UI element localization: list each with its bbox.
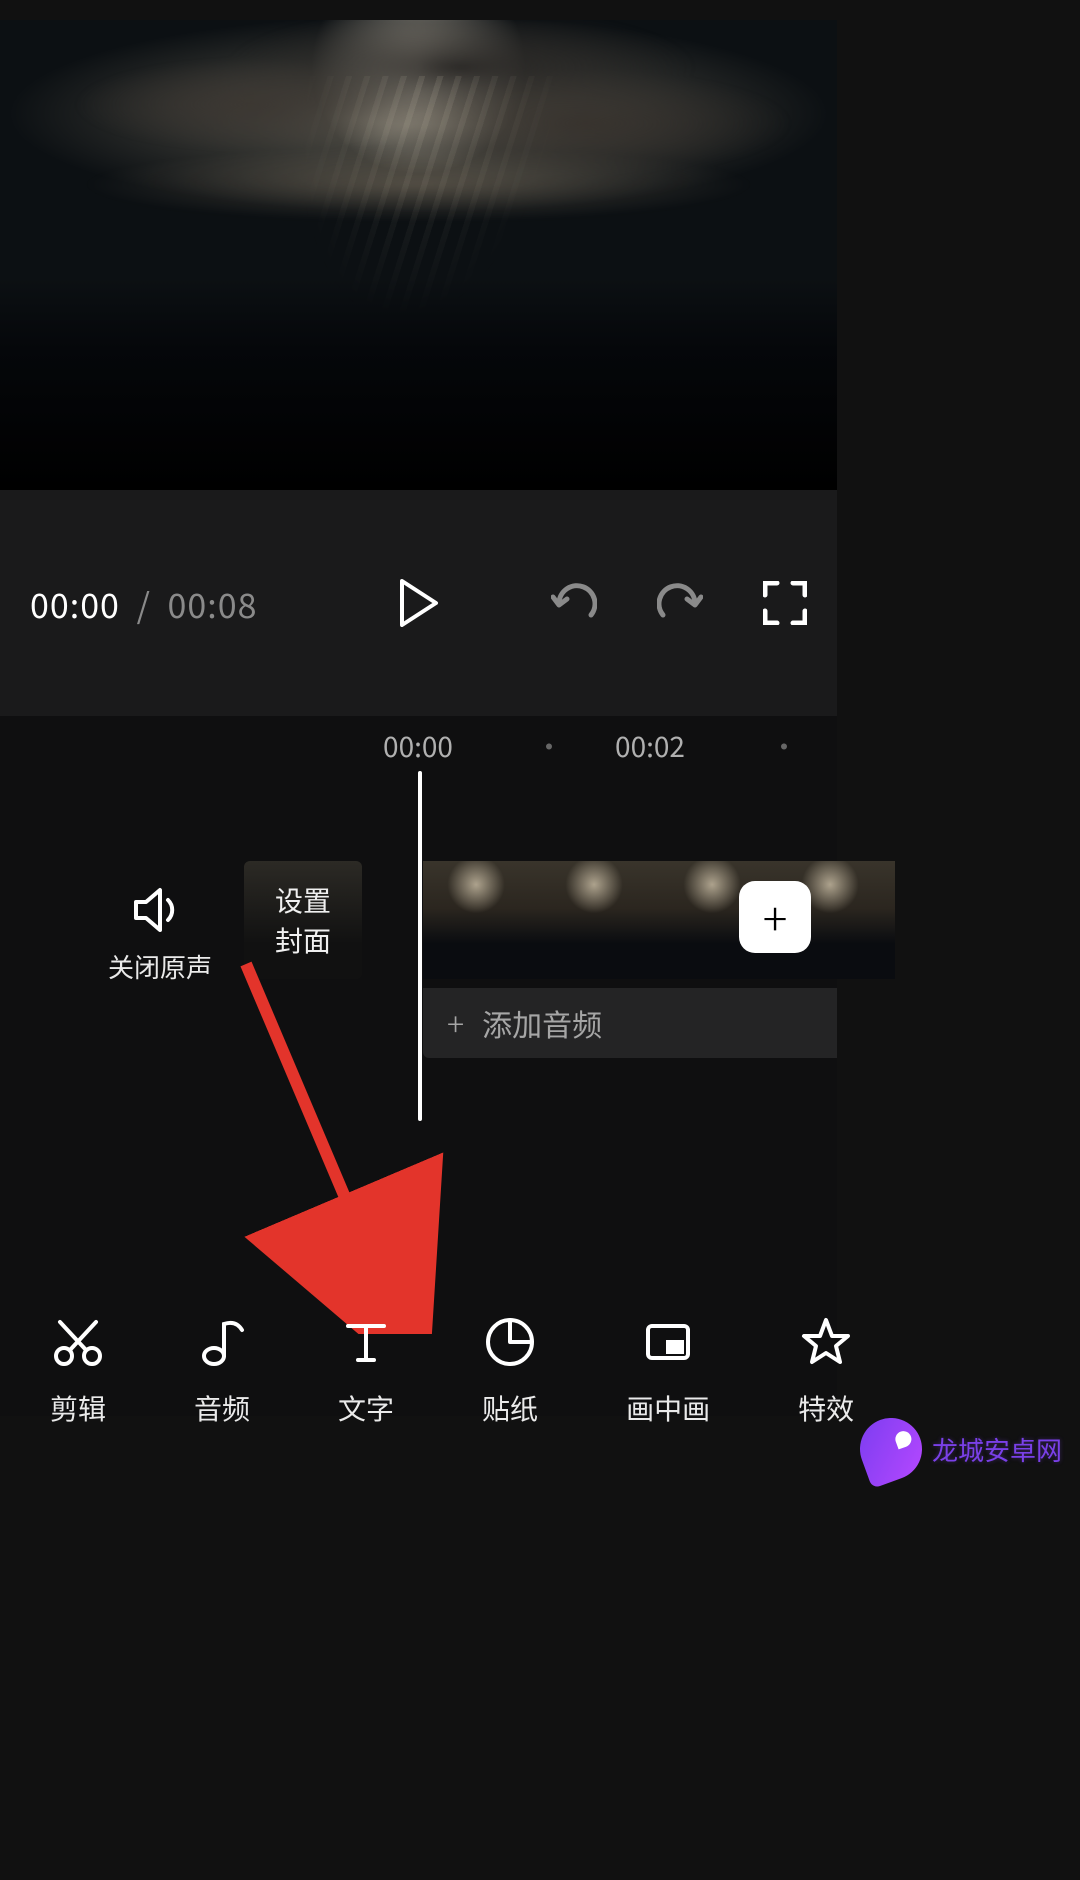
tool-edit[interactable]: 剪辑 [50,1316,106,1428]
tool-effects[interactable]: 特效 [798,1316,854,1428]
play-icon [398,579,440,627]
time-separator: / [137,579,151,628]
fullscreen-button[interactable] [763,581,807,625]
ruler-dot: · [770,726,798,766]
tool-label: 画中画 [626,1388,710,1428]
add-audio-button[interactable]: + 添加音频 [423,988,837,1058]
watermark-logo-icon [851,1409,930,1488]
text-icon [340,1316,392,1368]
total-duration: 00:08 [168,579,258,628]
play-button[interactable] [398,579,440,627]
add-clip-button[interactable]: + [739,881,811,953]
clip-thumbnail [541,861,659,979]
scissors-icon [52,1316,104,1368]
video-preview[interactable] [0,20,837,490]
fullscreen-icon [763,581,807,625]
music-note-icon [196,1316,248,1368]
tool-audio[interactable]: 音频 [194,1316,250,1428]
current-time: 00:00 [30,579,120,628]
ruler-tick: 00:02 [615,726,685,766]
preview-art-rays [276,76,560,311]
tool-label: 剪辑 [50,1388,106,1428]
tool-text[interactable]: 文字 [338,1316,394,1428]
picture-in-picture-icon [642,1316,694,1368]
redo-button[interactable] [657,583,703,623]
watermark: 龙城安卓网 [860,1418,1062,1480]
tool-label: 特效 [798,1388,854,1428]
sticker-icon [484,1316,536,1368]
mute-original-sound-button[interactable]: 关闭原声 [100,886,220,985]
speaker-icon [132,886,188,934]
star-icon [800,1316,852,1368]
set-cover-button[interactable]: 设置封面 [244,861,362,979]
bottom-toolbar: 剪辑 音频 文字 贴纸 画 [0,1297,837,1447]
tool-label: 贴纸 [482,1388,538,1428]
set-cover-label: 设置封面 [275,880,331,960]
undo-icon [551,583,597,623]
watermark-text: 龙城安卓网 [932,1431,1062,1468]
tool-pip[interactable]: 画中画 [626,1316,710,1428]
mute-label: 关闭原声 [100,948,220,985]
tool-label: 音频 [194,1388,250,1428]
ruler-dot: · [535,726,563,766]
tool-sticker[interactable]: 贴纸 [482,1316,538,1428]
playhead[interactable] [418,771,422,1121]
plus-icon: + [447,1000,464,1046]
player-controls: 00:00 / 00:08 [0,490,837,716]
tool-label: 文字 [338,1388,394,1428]
player-controls-bar: 00:00 / 00:08 [0,490,837,716]
ruler-tick: 00:00 [383,726,453,766]
playback-time: 00:00 / 00:08 [30,579,257,628]
clip-thumbnail [423,861,541,979]
add-audio-label: 添加音频 [482,1001,602,1045]
plus-icon: + [763,884,788,950]
redo-icon [657,583,703,623]
timeline-ruler[interactable]: 00:00 · 00:02 · [0,716,837,776]
video-editor-screen: 00:00 / 00:08 [0,0,1080,1880]
undo-button[interactable] [551,583,597,623]
